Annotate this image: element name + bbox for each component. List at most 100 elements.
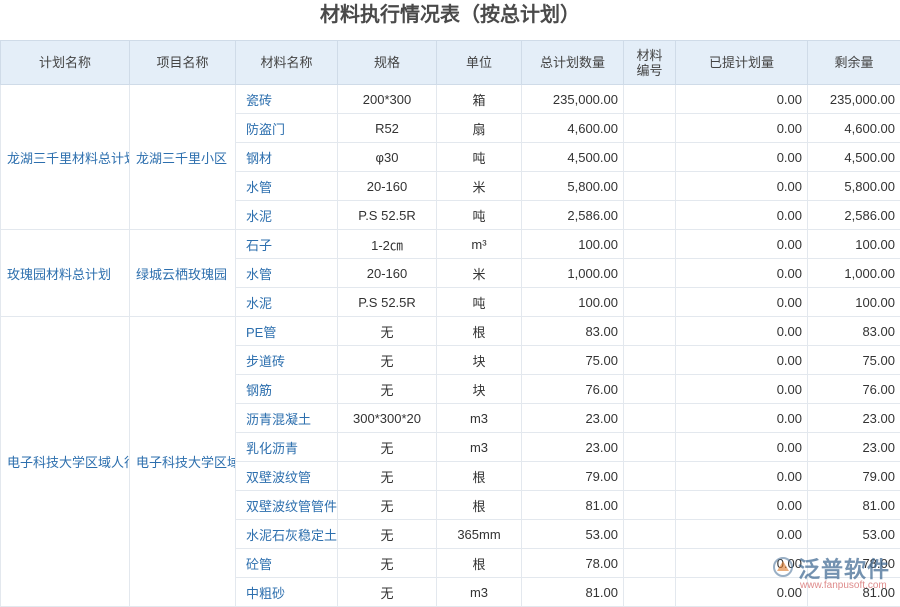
col-header-plan[interactable]: 计划名称 [1,41,130,85]
cell-material-name[interactable]: 水管 [236,172,338,201]
cell-plan-name[interactable]: 电子科技大学区域人行 [1,317,130,607]
cell-submitted-qty: 0.00 [676,114,808,143]
cell-spec: 20-160 [338,172,437,201]
cell-material-name[interactable]: PE管 [236,317,338,346]
cell-submitted-qty: 0.00 [676,578,808,607]
cell-project-name[interactable]: 绿城云栖玫瑰园 [130,230,236,317]
cell-spec: 无 [338,462,437,491]
cell-project-name[interactable]: 龙湖三千里小区 [130,85,236,230]
cell-total-qty: 23.00 [522,433,624,462]
cell-spec: 无 [338,578,437,607]
cell-material-code [624,259,676,288]
cell-material-code [624,404,676,433]
cell-spec: 无 [338,433,437,462]
cell-material-name[interactable]: 双壁波纹管 [236,462,338,491]
cell-material-code [624,520,676,549]
cell-spec: 无 [338,317,437,346]
cell-unit: 箱 [437,85,522,114]
cell-spec: 无 [338,375,437,404]
cell-material-name[interactable]: 水泥石灰稳定土 [236,520,338,549]
cell-material-name[interactable]: 步道砖 [236,346,338,375]
cell-submitted-qty: 0.00 [676,201,808,230]
col-header-remaining[interactable]: 剩余量 [808,41,900,85]
cell-material-code [624,288,676,317]
cell-total-qty: 76.00 [522,375,624,404]
cell-spec: P.S 52.5R [338,288,437,317]
cell-material-name[interactable]: 水管 [236,259,338,288]
cell-material-name[interactable]: 钢筋 [236,375,338,404]
cell-spec: 20-160 [338,259,437,288]
cell-remaining-qty: 53.00 [808,520,900,549]
cell-remaining-qty: 100.00 [808,230,900,259]
col-header-project[interactable]: 项目名称 [130,41,236,85]
cell-spec: 无 [338,549,437,578]
cell-submitted-qty: 0.00 [676,288,808,317]
cell-material-name[interactable]: 防盗门 [236,114,338,143]
cell-remaining-qty: 4,600.00 [808,114,900,143]
cell-material-name[interactable]: 中粗砂 [236,578,338,607]
table-row[interactable]: 龙湖三千里材料总计划龙湖三千里小区瓷砖200*300箱235,000.000.0… [1,85,900,114]
cell-spec: P.S 52.5R [338,201,437,230]
cell-submitted-qty: 0.00 [676,85,808,114]
cell-remaining-qty: 83.00 [808,317,900,346]
cell-plan-name[interactable]: 龙湖三千里材料总计划 [1,85,130,230]
cell-remaining-qty: 23.00 [808,404,900,433]
cell-submitted-qty: 0.00 [676,491,808,520]
col-header-submitted[interactable]: 已提计划量 [676,41,808,85]
table-row[interactable]: 玫瑰园材料总计划绿城云栖玫瑰园石子1-2㎝m³100.000.00100.00 [1,230,900,259]
cell-total-qty: 235,000.00 [522,85,624,114]
cell-total-qty: 5,800.00 [522,172,624,201]
cell-material-name[interactable]: 石子 [236,230,338,259]
cell-material-code [624,114,676,143]
cell-total-qty: 81.00 [522,491,624,520]
cell-total-qty: 75.00 [522,346,624,375]
cell-material-code [624,201,676,230]
cell-submitted-qty: 0.00 [676,230,808,259]
cell-project-name[interactable]: 电子科技大学区域 [130,317,236,607]
cell-material-code [624,85,676,114]
cell-plan-name[interactable]: 玫瑰园材料总计划 [1,230,130,317]
cell-unit: 块 [437,346,522,375]
cell-submitted-qty: 0.00 [676,259,808,288]
cell-total-qty: 83.00 [522,317,624,346]
col-header-material[interactable]: 材料名称 [236,41,338,85]
cell-submitted-qty: 0.00 [676,549,808,578]
cell-total-qty: 1,000.00 [522,259,624,288]
cell-material-code [624,375,676,404]
cell-submitted-qty: 0.00 [676,172,808,201]
cell-spec: 1-2㎝ [338,230,437,259]
col-header-spec[interactable]: 规格 [338,41,437,85]
cell-remaining-qty: 76.00 [808,375,900,404]
cell-spec: 无 [338,346,437,375]
cell-material-name[interactable]: 水泥 [236,201,338,230]
table-body: 龙湖三千里材料总计划龙湖三千里小区瓷砖200*300箱235,000.000.0… [1,85,900,607]
cell-material-code [624,549,676,578]
cell-submitted-qty: 0.00 [676,404,808,433]
cell-remaining-qty: 4,500.00 [808,143,900,172]
table-row[interactable]: 电子科技大学区域人行电子科技大学区域PE管无根83.000.0083.00 [1,317,900,346]
cell-unit: m³ [437,230,522,259]
cell-material-code [624,143,676,172]
col-header-code[interactable]: 材料编号 [624,41,676,85]
cell-submitted-qty: 0.00 [676,346,808,375]
cell-total-qty: 100.00 [522,288,624,317]
col-header-total[interactable]: 总计划数量 [522,41,624,85]
cell-material-name[interactable]: 钢材 [236,143,338,172]
cell-material-name[interactable]: 砼管 [236,549,338,578]
cell-submitted-qty: 0.00 [676,143,808,172]
cell-total-qty: 4,600.00 [522,114,624,143]
cell-unit: m3 [437,433,522,462]
cell-material-name[interactable]: 水泥 [236,288,338,317]
cell-submitted-qty: 0.00 [676,462,808,491]
cell-material-name[interactable]: 双壁波纹管管件 [236,491,338,520]
cell-unit: 根 [437,549,522,578]
cell-material-name[interactable]: 乳化沥青 [236,433,338,462]
cell-material-code [624,317,676,346]
cell-material-name[interactable]: 瓷砖 [236,85,338,114]
cell-total-qty: 79.00 [522,462,624,491]
cell-remaining-qty: 5,800.00 [808,172,900,201]
col-header-unit[interactable]: 单位 [437,41,522,85]
cell-material-name[interactable]: 沥青混凝土 [236,404,338,433]
cell-material-code [624,172,676,201]
cell-unit: 吨 [437,143,522,172]
